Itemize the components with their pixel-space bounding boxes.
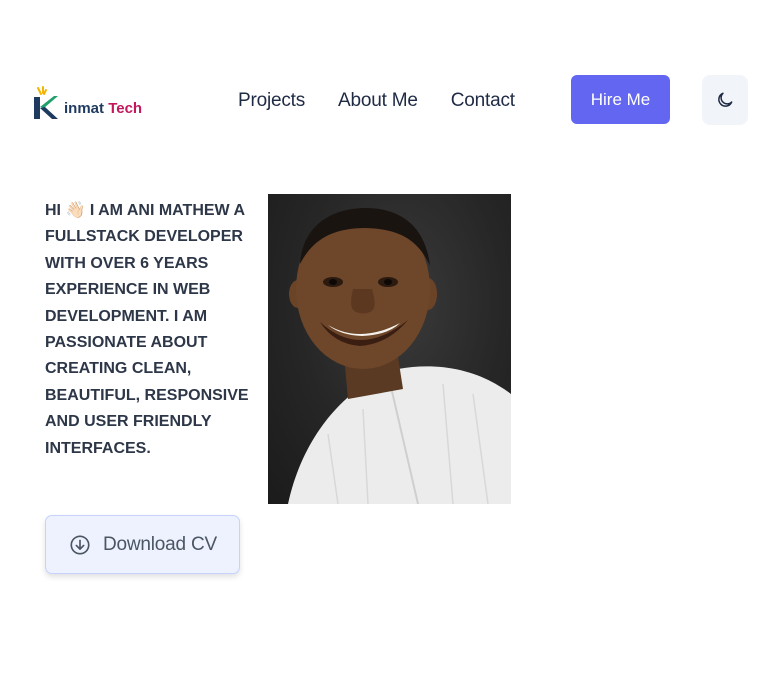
page: inmat Tech Projects About Me Contact Hir… <box>0 0 780 680</box>
hero-bio: Hi 👋🏻 I am Ani Mathew a Fullstack Develo… <box>45 202 249 457</box>
logo-word-1: inmat <box>64 100 105 117</box>
nav-contact[interactable]: Contact <box>451 90 515 112</box>
nav-projects[interactable]: Projects <box>238 90 305 112</box>
arrow-down-circle-icon <box>70 534 90 555</box>
logo-text: inmat Tech <box>64 100 142 117</box>
logo-word-2: Tech <box>108 100 143 117</box>
nav-about-me[interactable]: About Me <box>338 90 418 112</box>
logo-mark-icon <box>34 86 58 119</box>
download-cv-button[interactable]: Download CV <box>45 515 240 574</box>
theme-toggle-button[interactable] <box>702 75 748 125</box>
main-nav: Projects About Me Contact <box>238 90 515 112</box>
hire-me-button[interactable]: Hire Me <box>571 75 670 124</box>
logo[interactable]: inmat Tech <box>32 80 162 120</box>
download-cv-label: Download CV <box>103 533 217 555</box>
moon-icon <box>718 92 733 107</box>
profile-photo <box>268 194 511 504</box>
profile-portrait-illustration <box>288 208 511 504</box>
